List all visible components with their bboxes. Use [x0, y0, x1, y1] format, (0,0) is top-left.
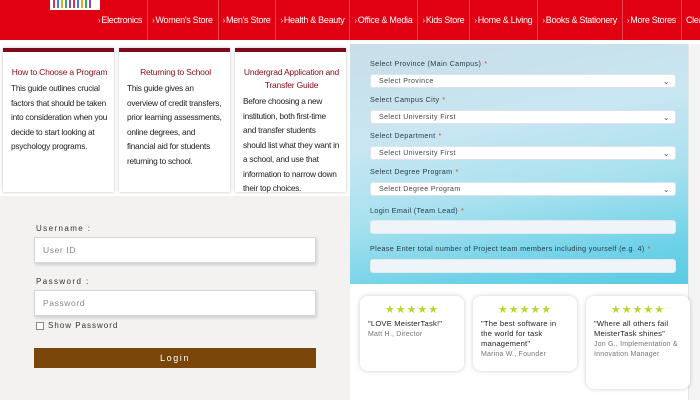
required-asterisk: *	[455, 167, 459, 176]
chevron-right-icon: ›	[152, 15, 155, 25]
team-members-field[interactable]	[370, 259, 676, 273]
nav-item-womens-store[interactable]: › Women's Store	[148, 0, 219, 40]
nav-item-kids-store[interactable]: › Kids Store	[418, 0, 471, 40]
required-asterisk: *	[484, 59, 488, 68]
department-label-text: Select Department	[370, 131, 436, 140]
chevron-down-icon: ⌄	[662, 149, 670, 158]
nav-item-office-media[interactable]: › Office & Media	[350, 0, 419, 40]
login-button[interactable]: Login	[34, 348, 316, 368]
nav-item-label: Home & Living	[477, 15, 533, 25]
department-label: Select Department *	[370, 131, 442, 140]
campus-city-label: Select Campus City *	[370, 95, 446, 104]
nav-item-clearance-sale[interactable]: Clearance Sale 2022	[682, 0, 700, 40]
degree-program-label-text: Select Degree Program	[370, 167, 453, 176]
degree-program-select[interactable]: Select Degree Program ⌄	[370, 182, 676, 196]
required-asterisk: *	[647, 244, 651, 253]
nav-item-label: More Stores	[630, 15, 676, 25]
testimonial-card: ★★★★★ "LOVE MeisterTask!" Matt H., Direc…	[360, 296, 464, 371]
login-email-field[interactable]	[370, 220, 676, 234]
guide-card[interactable]: Undergrad Application and Transfer Guide…	[235, 48, 346, 193]
chevron-right-icon: ›	[542, 15, 545, 25]
nav-item-label: Women's Store	[155, 15, 213, 25]
page: › Electronics › Women's Store › Men's Store…	[0, 0, 700, 400]
nav-item-mens-store[interactable]: › Men's Store	[219, 0, 277, 40]
nav-item-books-stationery[interactable]: › Books & Stationery	[538, 0, 623, 40]
nav-item-label: Books & Stationery	[545, 15, 617, 25]
required-asterisk: *	[442, 95, 446, 104]
nav-item-electronics[interactable]: › Electronics	[94, 0, 149, 40]
chevron-down-icon: ⌄	[662, 185, 670, 194]
department-select-value: Select University First	[379, 149, 456, 157]
nav-item-label: Office & Media	[357, 15, 413, 25]
chevron-right-icon: ›	[354, 15, 357, 25]
login-email-label-text: Login Email (Team Lead)	[370, 206, 458, 215]
degree-program-select-value: Select Degree Program	[379, 185, 461, 193]
team-members-label-text: Please Enter total number of Project tea…	[370, 244, 645, 253]
province-select-value: Select Province	[379, 77, 434, 85]
guide-cards: How to Choose a Program This guide outli…	[0, 44, 350, 194]
campus-city-label-text: Select Campus City	[370, 95, 440, 104]
guide-card[interactable]: How to Choose a Program This guide outli…	[3, 48, 114, 192]
chevron-right-icon: ›	[98, 15, 101, 25]
campus-city-select[interactable]: Select University First ⌄	[370, 110, 676, 124]
nav-item-more-stores[interactable]: › More Stores	[623, 0, 682, 40]
province-label-text: Select Province (Main Campus)	[370, 59, 482, 68]
show-password-label: Show Password	[48, 321, 119, 330]
login-form: Username : Password : Show Password Logi…	[0, 196, 350, 400]
chevron-right-icon: ›	[280, 15, 283, 25]
chevron-down-icon: ⌄	[662, 113, 670, 122]
star-rating-icon: ★★★★★	[384, 304, 440, 316]
top-navigation-bar: › Electronics › Women's Store › Men's Store…	[0, 0, 700, 40]
nav-item-label: Kids Store	[425, 15, 465, 25]
testimonial-card: ★★★★★ "Where all others fail MeisterTask…	[586, 296, 690, 389]
guide-card-body: This guide outlines crucial factors that…	[11, 83, 108, 151]
campus-city-select-value: Select University First	[379, 113, 456, 121]
show-password-toggle[interactable]: Show Password	[36, 321, 118, 330]
nav-item-health-beauty[interactable]: › Health & Beauty	[276, 0, 351, 40]
testimonials: ★★★★★ "LOVE MeisterTask!" Matt H., Direc…	[350, 284, 690, 400]
province-select[interactable]: Select Province ⌄	[370, 74, 676, 88]
username-label: Username :	[36, 224, 92, 233]
nav-item-label: Electronics	[101, 15, 143, 25]
login-email-label: Login Email (Team Lead) *	[370, 206, 464, 215]
chevron-right-icon: ›	[222, 15, 226, 25]
guide-card-title[interactable]: How to Choose a Program	[11, 66, 108, 79]
username-input[interactable]	[34, 237, 316, 263]
team-members-label: Please Enter total number of Project tea…	[370, 244, 651, 253]
nav-item-label: Clearance Sale 2022	[685, 15, 700, 25]
star-rating-icon: ★★★★★	[610, 304, 666, 316]
chevron-right-icon: ›	[626, 15, 630, 25]
degree-program-label: Select Degree Program *	[370, 167, 459, 176]
testimonial-author: Matt H., Director	[368, 331, 423, 338]
star-rating-icon: ★★★★★	[497, 304, 553, 316]
guide-card-body: This guide gives an overview of credit t…	[127, 83, 222, 166]
password-input[interactable]	[34, 290, 316, 316]
store-logo[interactable]	[50, 0, 100, 10]
guide-card[interactable]: Returning to School This guide gives an …	[119, 48, 230, 192]
nav-item-home-living[interactable]: › Home & Living	[470, 0, 539, 40]
required-asterisk: *	[460, 206, 465, 215]
nav-item-label: Men's Store	[226, 15, 271, 25]
chevron-right-icon: ›	[422, 15, 425, 25]
guide-card-title[interactable]: Returning to School	[127, 66, 224, 79]
testimonial-author: Jon G., Implementation & Innovation Mana…	[594, 341, 678, 358]
chevron-right-icon: ›	[474, 15, 477, 25]
nav-menu: › Electronics › Women's Store › Men's Store…	[94, 0, 700, 40]
project-registration-form: Select Province (Main Campus) * Select Pr…	[350, 44, 688, 284]
show-password-checkbox[interactable]	[36, 321, 44, 330]
testimonial-card: ★★★★★ "The best software in the world fo…	[473, 296, 577, 371]
nav-item-label: Health & Beauty	[283, 15, 345, 25]
testimonial-quote: "The best software in the world for task…	[481, 319, 557, 348]
guide-card-title[interactable]: Undergrad Application and Transfer Guide	[243, 66, 340, 92]
guide-card-body: Before choosing a new institution, both …	[243, 96, 340, 193]
province-label: Select Province (Main Campus) *	[370, 59, 487, 68]
testimonial-quote: "Where all others fail MeisterTask shine…	[594, 319, 669, 338]
password-label: Password :	[36, 277, 90, 286]
department-select[interactable]: Select University First ⌄	[370, 146, 676, 160]
required-asterisk: *	[438, 131, 442, 140]
chevron-down-icon: ⌄	[662, 77, 670, 86]
testimonial-author: Marina W., Founder	[481, 351, 547, 358]
testimonial-quote: "LOVE MeisterTask!"	[368, 319, 443, 328]
